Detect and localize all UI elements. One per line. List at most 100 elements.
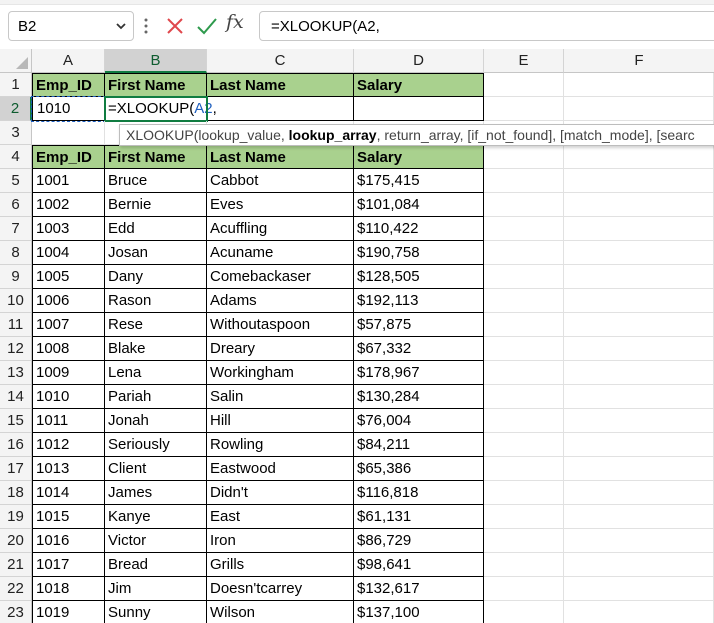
lookup-header-last-name[interactable]: Last Name <box>207 73 354 97</box>
row-header-10[interactable]: 10 <box>0 289 32 313</box>
row-header-6[interactable]: 6 <box>0 193 32 217</box>
table-cell-emp-id[interactable]: 1001 <box>32 169 105 193</box>
cell-e10[interactable] <box>484 289 564 313</box>
column-header-f[interactable]: F <box>564 49 714 73</box>
cell-e22[interactable] <box>484 577 564 601</box>
table-cell-salary[interactable]: $192,113 <box>354 289 484 313</box>
cell-e7[interactable] <box>484 217 564 241</box>
table-cell-emp-id[interactable]: 1010 <box>32 385 105 409</box>
row-header-14[interactable]: 14 <box>0 385 32 409</box>
table-cell-salary[interactable]: $137,100 <box>354 601 484 623</box>
row-header-3[interactable]: 3 <box>0 121 32 145</box>
table-cell-emp-id[interactable]: 1016 <box>32 529 105 553</box>
table-cell-salary[interactable]: $84,211 <box>354 433 484 457</box>
table-cell-emp-id[interactable]: 1013 <box>32 457 105 481</box>
cell-f9[interactable] <box>564 265 714 289</box>
cell-f7[interactable] <box>564 217 714 241</box>
cell-f20[interactable] <box>564 529 714 553</box>
table-cell-salary[interactable]: $67,332 <box>354 337 484 361</box>
row-header-4[interactable]: 4 <box>0 145 32 169</box>
table-cell-salary[interactable]: $175,415 <box>354 169 484 193</box>
table-cell-last-name[interactable]: Workingham <box>207 361 354 385</box>
column-header-d[interactable]: D <box>354 49 484 73</box>
cell-e15[interactable] <box>484 409 564 433</box>
row-header-12[interactable]: 12 <box>0 337 32 361</box>
cell-e12[interactable] <box>484 337 564 361</box>
table-cell-first-name[interactable]: Rason <box>105 289 207 313</box>
cell-e23[interactable] <box>484 601 564 623</box>
cell-f15[interactable] <box>564 409 714 433</box>
table-cell-last-name[interactable]: Eastwood <box>207 457 354 481</box>
cell-f17[interactable] <box>564 457 714 481</box>
cell-f16[interactable] <box>564 433 714 457</box>
cancel-icon[interactable] <box>165 16 185 36</box>
table-header-last-name[interactable]: Last Name <box>207 145 354 169</box>
cell-e21[interactable] <box>484 553 564 577</box>
cell-f22[interactable] <box>564 577 714 601</box>
cell-e9[interactable] <box>484 265 564 289</box>
row-header-19[interactable]: 19 <box>0 505 32 529</box>
cell-f11[interactable] <box>564 313 714 337</box>
table-cell-first-name[interactable]: Rese <box>105 313 207 337</box>
row-header-15[interactable]: 15 <box>0 409 32 433</box>
cell-f12[interactable] <box>564 337 714 361</box>
row-header-2[interactable]: 2 <box>0 97 32 121</box>
table-cell-salary[interactable]: $132,617 <box>354 577 484 601</box>
cell-e18[interactable] <box>484 481 564 505</box>
table-cell-first-name[interactable]: Jonah <box>105 409 207 433</box>
table-cell-emp-id[interactable]: 1011 <box>32 409 105 433</box>
table-cell-salary[interactable]: $110,422 <box>354 217 484 241</box>
enter-checkmark-icon[interactable] <box>196 16 218 36</box>
row-header-9[interactable]: 9 <box>0 265 32 289</box>
table-cell-salary[interactable]: $61,131 <box>354 505 484 529</box>
tooltip-arg-lookup-array[interactable]: lookup_array <box>289 127 377 143</box>
table-cell-salary[interactable]: $57,875 <box>354 313 484 337</box>
column-header-e[interactable]: E <box>484 49 564 73</box>
table-cell-last-name[interactable]: East <box>207 505 354 529</box>
table-cell-last-name[interactable]: Grills <box>207 553 354 577</box>
lookup-header-first-name[interactable]: First Name <box>105 73 207 97</box>
table-cell-salary[interactable]: $130,284 <box>354 385 484 409</box>
row-header-18[interactable]: 18 <box>0 481 32 505</box>
table-cell-first-name[interactable]: Dany <box>105 265 207 289</box>
table-cell-last-name[interactable]: Rowling <box>207 433 354 457</box>
table-cell-first-name[interactable]: James <box>105 481 207 505</box>
table-cell-last-name[interactable]: Adams <box>207 289 354 313</box>
cell-f18[interactable] <box>564 481 714 505</box>
cell-f5[interactable] <box>564 169 714 193</box>
table-cell-emp-id[interactable]: 1015 <box>32 505 105 529</box>
cell-e17[interactable] <box>484 457 564 481</box>
cell-f1[interactable] <box>564 73 714 97</box>
column-header-a[interactable]: A <box>32 49 105 73</box>
table-cell-salary[interactable]: $128,505 <box>354 265 484 289</box>
cell-a3[interactable] <box>32 121 105 145</box>
row-header-21[interactable]: 21 <box>0 553 32 577</box>
cell-e16[interactable] <box>484 433 564 457</box>
cell-f19[interactable] <box>564 505 714 529</box>
table-cell-emp-id[interactable]: 1017 <box>32 553 105 577</box>
lookup-last-name-result[interactable] <box>207 97 354 121</box>
cell-e8[interactable] <box>484 241 564 265</box>
table-cell-last-name[interactable]: Cabbot <box>207 169 354 193</box>
row-header-13[interactable]: 13 <box>0 361 32 385</box>
more-options-icon[interactable] <box>144 17 148 35</box>
cell-f23[interactable] <box>564 601 714 623</box>
cell-e20[interactable] <box>484 529 564 553</box>
table-cell-last-name[interactable]: Acuname <box>207 241 354 265</box>
table-cell-last-name[interactable]: Comebackaser <box>207 265 354 289</box>
table-cell-first-name[interactable]: Kanye <box>105 505 207 529</box>
table-header-emp-id[interactable]: Emp_ID <box>32 145 105 169</box>
column-header-b[interactable]: B <box>105 49 207 73</box>
function-signature-tooltip[interactable]: XLOOKUP(lookup_value, lookup_array, retu… <box>119 124 714 146</box>
table-cell-last-name[interactable]: Acuffling <box>207 217 354 241</box>
table-cell-last-name[interactable]: Iron <box>207 529 354 553</box>
table-cell-first-name[interactable]: Edd <box>105 217 207 241</box>
table-header-salary[interactable]: Salary <box>354 145 484 169</box>
table-cell-emp-id[interactable]: 1003 <box>32 217 105 241</box>
table-cell-first-name[interactable]: Blake <box>105 337 207 361</box>
cell-e14[interactable] <box>484 385 564 409</box>
table-cell-first-name[interactable]: Lena <box>105 361 207 385</box>
cell-e1[interactable] <box>484 73 564 97</box>
table-cell-last-name[interactable]: Hill <box>207 409 354 433</box>
table-cell-emp-id[interactable]: 1018 <box>32 577 105 601</box>
